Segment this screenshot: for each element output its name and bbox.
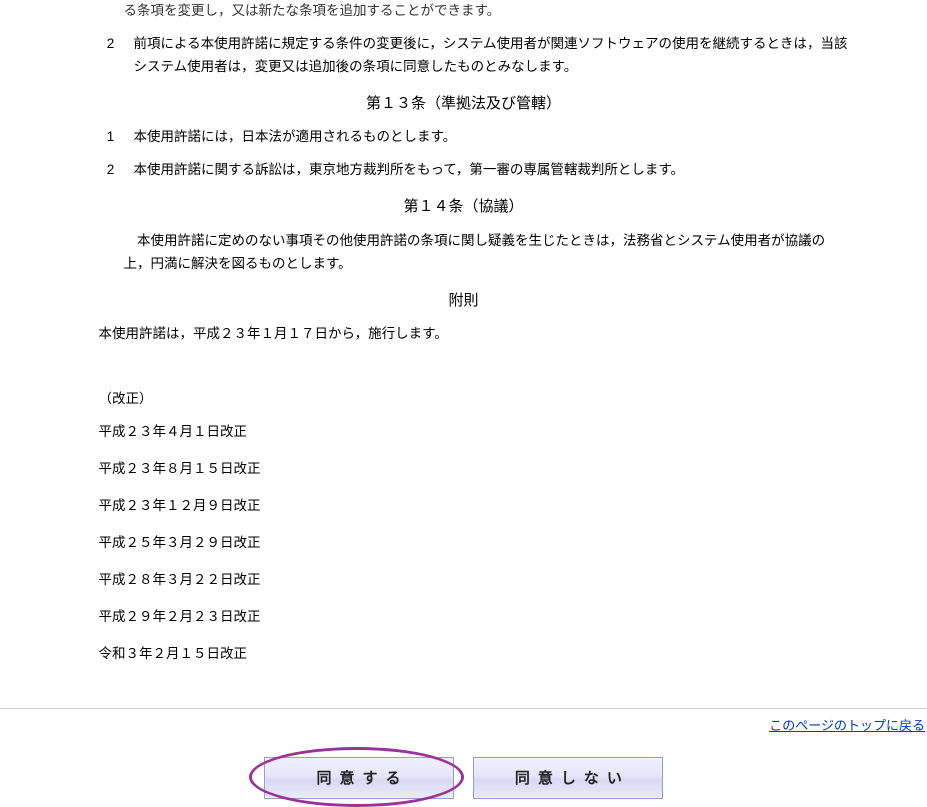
revision-item: 平成２５年３月２９日改正 xyxy=(99,532,859,555)
revision-item: 平成２９年２月２３日改正 xyxy=(99,606,859,629)
revision-list: 平成２３年４月１日改正 平成２３年８月１５日改正 平成２３年１２月９日改正 平成… xyxy=(99,421,859,666)
revision-item: 平成２８年３月２２日改正 xyxy=(99,569,859,592)
article-13-item-1: 1 本使用許諾には，日本法が適用されるものとします。 xyxy=(69,126,859,149)
item-text: 前項による本使用許諾に規定する条件の変更後に，システム使用者が関連ソフトウェアの… xyxy=(126,33,859,79)
disagree-button[interactable]: 同意しない xyxy=(473,757,663,799)
revision-item: 平成２３年８月１５日改正 xyxy=(99,458,859,481)
revision-item: 平成２３年４月１日改正 xyxy=(99,421,859,444)
back-to-top-row: このページのトップに戻る xyxy=(0,709,927,739)
item-number: 1 xyxy=(96,126,126,149)
article-12-item-2: 2 前項による本使用許諾に規定する条件の変更後に，システム使用者が関連ソフトウェ… xyxy=(69,33,859,79)
item-number: 2 xyxy=(96,159,126,182)
article-14-body: 本使用許諾に定めのない事項その他使用許諾の条項に関し疑義を生じたときは，法務省と… xyxy=(124,230,849,276)
consent-button-row: 同意する 同意しない xyxy=(0,739,927,805)
supplementary-heading: 附則 xyxy=(69,288,859,314)
cutoff-partial-line: る条項を変更し，又は新たな条項を追加することができます。 xyxy=(124,0,859,23)
revision-item: 令和３年２月１５日改正 xyxy=(99,643,859,666)
article-13-item-2: 2 本使用許諾に関する訴訟は，東京地方裁判所をもって，第一審の専属管轄裁判所とし… xyxy=(69,159,859,182)
item-number: 2 xyxy=(96,33,126,79)
agree-button[interactable]: 同意する xyxy=(264,757,454,799)
article-13-heading: 第１３条（準拠法及び管轄） xyxy=(69,91,859,117)
back-to-top-link[interactable]: このページのトップに戻る xyxy=(769,718,925,733)
revision-label: （改正） xyxy=(99,388,859,411)
item-text: 本使用許諾には，日本法が適用されるものとします。 xyxy=(126,126,859,149)
license-document-content: る条項を変更し，又は新たな条項を追加することができます。 2 前項による本使用許… xyxy=(49,0,879,690)
article-14-heading: 第１４条（協議） xyxy=(69,194,859,220)
item-text: 本使用許諾に関する訴訟は，東京地方裁判所をもって，第一審の専属管轄裁判所とします… xyxy=(126,159,859,182)
supplementary-body: 本使用許諾は，平成２３年１月１７日から，施行します。 xyxy=(99,323,859,346)
revision-item: 平成２３年１２月９日改正 xyxy=(99,495,859,518)
